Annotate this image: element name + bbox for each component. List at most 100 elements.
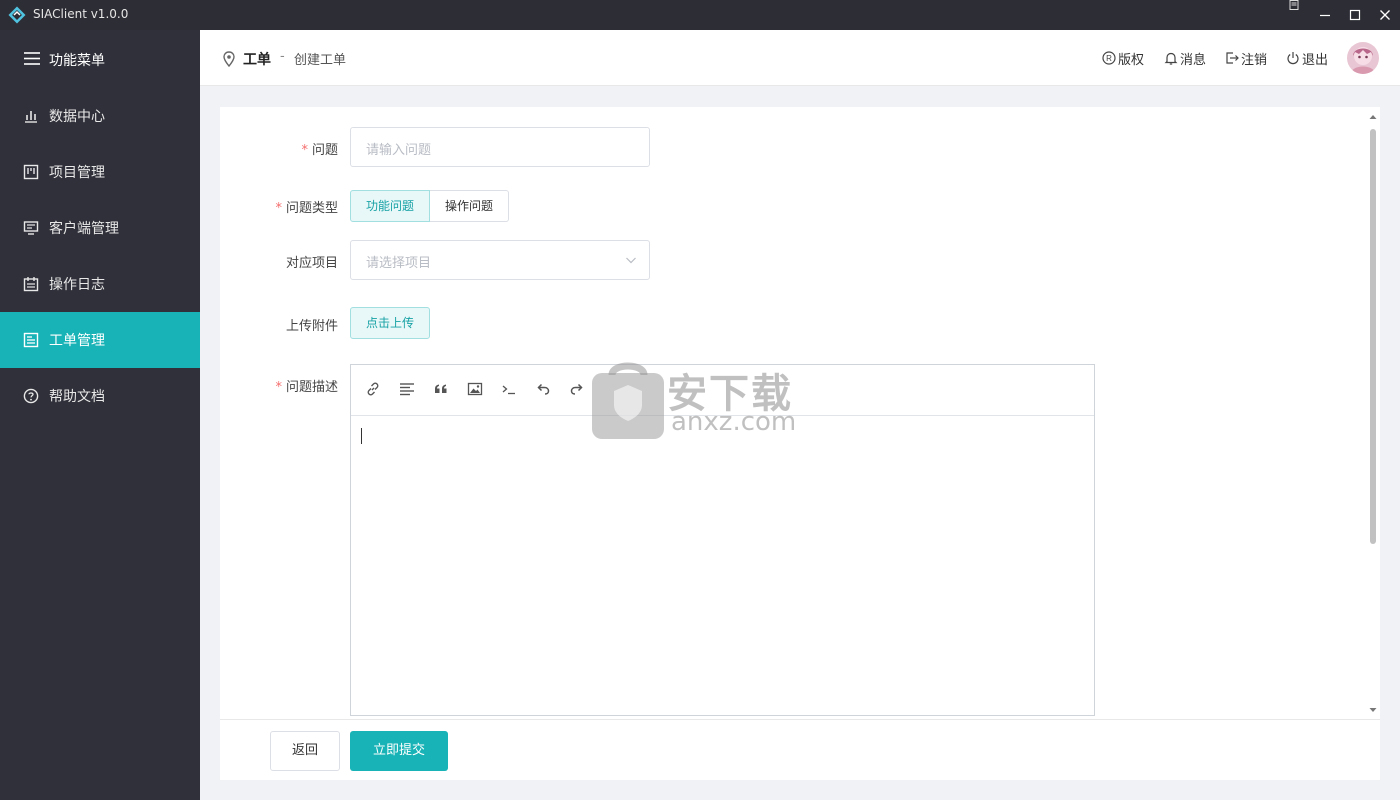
required-asterisk: * <box>301 143 308 158</box>
attachment-label-text: 上传附件 <box>285 319 338 334</box>
registered-icon: R <box>1102 51 1116 65</box>
question-type-radio-group: 功能问题 操作问题 <box>350 190 510 222</box>
copyright-label: 版权 <box>1118 52 1145 68</box>
question-label: * 问题 <box>301 139 338 158</box>
question-label-text: 问题 <box>311 143 338 158</box>
breadcrumb-page: 创建工单 <box>294 53 347 68</box>
svg-text:R: R <box>1106 54 1112 63</box>
sidebar-item-logs[interactable]: 操作日志 <box>0 256 200 312</box>
sidebar-menu-toggle[interactable]: 功能菜单 <box>0 30 200 87</box>
description-label-text: 问题描述 <box>285 380 338 395</box>
project-label: 对应项目 <box>286 252 338 271</box>
sidebar-item-label: 数据中心 <box>49 109 105 125</box>
exit-label: 退出 <box>1302 52 1329 68</box>
description-label: * 问题描述 <box>275 376 338 395</box>
exit-link[interactable]: 退出 <box>1286 49 1329 68</box>
undo-button[interactable] <box>534 380 552 398</box>
sidebar-item-tickets[interactable]: 工单管理 <box>0 312 200 368</box>
avatar-image <box>1347 42 1379 74</box>
messages-label: 消息 <box>1180 52 1207 68</box>
project-label-text: 对应项目 <box>285 256 338 271</box>
shield-watermark-icon <box>592 362 664 439</box>
question-circle-icon <box>23 388 39 404</box>
monitor-icon <box>23 221 39 235</box>
messages-link[interactable]: 消息 <box>1164 49 1207 68</box>
sidebar-item-label: 客户端管理 <box>49 221 119 237</box>
scroll-up-arrow-icon[interactable] <box>1369 113 1377 121</box>
type-option-operational[interactable]: 操作问题 <box>430 190 510 222</box>
minimize-button[interactable] <box>1310 0 1340 30</box>
code-icon <box>502 385 515 395</box>
logout-icon <box>1226 52 1239 64</box>
sidebar-menu-title: 功能菜单 <box>49 53 105 69</box>
required-asterisk: * <box>275 380 282 395</box>
pin-window-icon[interactable] <box>1289 0 1299 10</box>
sidebar-item-label: 工单管理 <box>49 333 105 349</box>
back-button[interactable]: 返回 <box>270 731 340 771</box>
attachment-label: 上传附件 <box>286 315 338 334</box>
create-ticket-form-card: * 问题 请输入问题 * 问题类型 功能问题 操作问题 对应项目 请选择项目 上传附… <box>220 107 1380 780</box>
close-icon <box>1380 10 1390 20</box>
breadcrumb-current-section[interactable]: 工单 <box>243 49 271 69</box>
watermark: 安下载 anxz.com <box>592 357 807 439</box>
user-avatar[interactable] <box>1347 42 1379 74</box>
quote-button[interactable] <box>432 380 450 398</box>
app-logo-icon <box>8 6 26 24</box>
kanban-icon <box>23 164 39 180</box>
hamburger-icon <box>24 52 40 65</box>
required-asterisk: * <box>275 201 282 216</box>
align-button[interactable] <box>398 380 416 398</box>
sidebar-item-projects[interactable]: 项目管理 <box>0 144 200 200</box>
project-select[interactable]: 请选择项目 <box>350 240 650 280</box>
sidebar-item-clients[interactable]: 客户端管理 <box>0 200 200 256</box>
sidebar-item-label: 操作日志 <box>49 277 105 293</box>
link-button[interactable] <box>364 380 382 398</box>
signout-link[interactable]: 注销 <box>1225 49 1268 68</box>
top-header: 工单 - 创建工单 R 版权 消息 注销 退出 <box>200 30 1400 86</box>
question-type-label-text: 问题类型 <box>285 201 338 216</box>
redo-button[interactable] <box>568 380 586 398</box>
type-option-functional[interactable]: 功能问题 <box>350 190 431 222</box>
sidebar: 功能菜单 数据中心 项目管理 客户端管理 操作日志 工单管理 帮助文档 <box>0 30 200 800</box>
submit-button[interactable]: 立即提交 <box>350 731 448 771</box>
breadcrumb-separator: - <box>280 49 285 64</box>
sidebar-item-help[interactable]: 帮助文档 <box>0 368 200 424</box>
content-scrollbar[interactable] <box>1366 107 1380 719</box>
image-button[interactable] <box>466 380 484 398</box>
window-title: SIAClient v1.0.0 <box>33 7 129 21</box>
project-placeholder: 请选择项目 <box>366 256 432 271</box>
redo-icon <box>570 383 583 395</box>
window-titlebar: SIAClient v1.0.0 <box>0 0 1400 30</box>
maximize-icon <box>1349 9 1361 21</box>
watermark-domain: anxz.com <box>671 407 797 437</box>
calendar-icon <box>23 277 39 292</box>
minimize-icon <box>1320 14 1330 17</box>
copyright-link[interactable]: R 版权 <box>1102 49 1145 68</box>
question-placeholder: 请输入问题 <box>366 143 432 158</box>
quote-icon <box>435 384 447 393</box>
close-button[interactable] <box>1370 0 1400 30</box>
location-pin-icon <box>223 51 235 67</box>
sidebar-item-label: 帮助文档 <box>49 389 105 405</box>
question-type-label: * 问题类型 <box>275 197 338 216</box>
align-icon <box>400 383 414 396</box>
question-input[interactable]: 请输入问题 <box>350 127 650 167</box>
form-actions: 返回 立即提交 <box>220 719 1380 780</box>
sidebar-item-label: 项目管理 <box>49 165 105 181</box>
maximize-button[interactable] <box>1340 0 1370 30</box>
text-caret <box>361 428 362 444</box>
image-icon <box>467 382 483 396</box>
scroll-down-arrow-icon[interactable] <box>1369 706 1377 714</box>
undo-icon <box>537 383 550 395</box>
scrollbar-thumb[interactable] <box>1370 129 1376 544</box>
power-icon <box>1287 52 1299 65</box>
ticket-icon <box>23 332 39 348</box>
bell-icon <box>1164 52 1178 65</box>
chevron-down-icon <box>626 257 636 264</box>
upload-button[interactable]: 点击上传 <box>350 307 430 339</box>
sidebar-item-data-center[interactable]: 数据中心 <box>0 88 200 144</box>
signout-label: 注销 <box>1241 52 1268 68</box>
bar-chart-icon <box>25 111 37 123</box>
code-button[interactable] <box>500 380 518 398</box>
link-icon <box>367 382 379 396</box>
